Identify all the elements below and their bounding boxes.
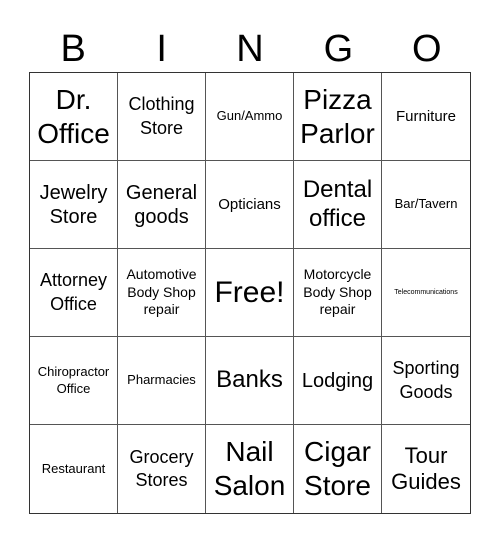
bingo-cell[interactable]: Lodging (294, 337, 382, 425)
bingo-header: B I N G O (29, 26, 471, 72)
bingo-cell[interactable]: Cigar Store (294, 425, 382, 513)
bingo-cell[interactable]: Furniture (382, 73, 470, 161)
bingo-cell[interactable]: Clothing Store (118, 73, 206, 161)
bingo-cell[interactable]: Telecommunications (382, 249, 470, 337)
header-letter-g: G (323, 28, 354, 70)
bingo-cell[interactable]: Pharmacies (118, 337, 206, 425)
bingo-cell[interactable]: Automotive Body Shop repair (118, 249, 206, 337)
bingo-cell[interactable]: Nail Salon (206, 425, 294, 513)
bingo-cell[interactable]: Bar/Tavern (382, 161, 470, 249)
bingo-board: Dr. Office Clothing Store Gun/Ammo Pizza… (29, 72, 471, 514)
bingo-cell[interactable]: Pizza Parlor (294, 73, 382, 161)
bingo-cell[interactable]: Dr. Office (30, 73, 118, 161)
bingo-cell[interactable]: Grocery Stores (118, 425, 206, 513)
bingo-cell[interactable]: Sporting Goods (382, 337, 470, 425)
bingo-cell[interactable]: General goods (118, 161, 206, 249)
free-space[interactable]: Free! (206, 249, 294, 337)
header-letter-o: O (412, 28, 442, 70)
bingo-cell[interactable]: Dental office (294, 161, 382, 249)
bingo-cell[interactable]: Motorcycle Body Shop repair (294, 249, 382, 337)
bingo-cell[interactable]: Opticians (206, 161, 294, 249)
bingo-cell[interactable]: Restaurant (30, 425, 118, 513)
header-letter-n: N (236, 28, 264, 70)
header-letter-b: B (60, 28, 86, 70)
bingo-cell[interactable]: Banks (206, 337, 294, 425)
bingo-cell[interactable]: Attorney Office (30, 249, 118, 337)
bingo-cell[interactable]: Gun/Ammo (206, 73, 294, 161)
header-letter-i: I (156, 28, 167, 70)
bingo-cell[interactable]: Chiropractor Office (30, 337, 118, 425)
bingo-cell[interactable]: Tour Guides (382, 425, 470, 513)
bingo-cell[interactable]: Jewelry Store (30, 161, 118, 249)
